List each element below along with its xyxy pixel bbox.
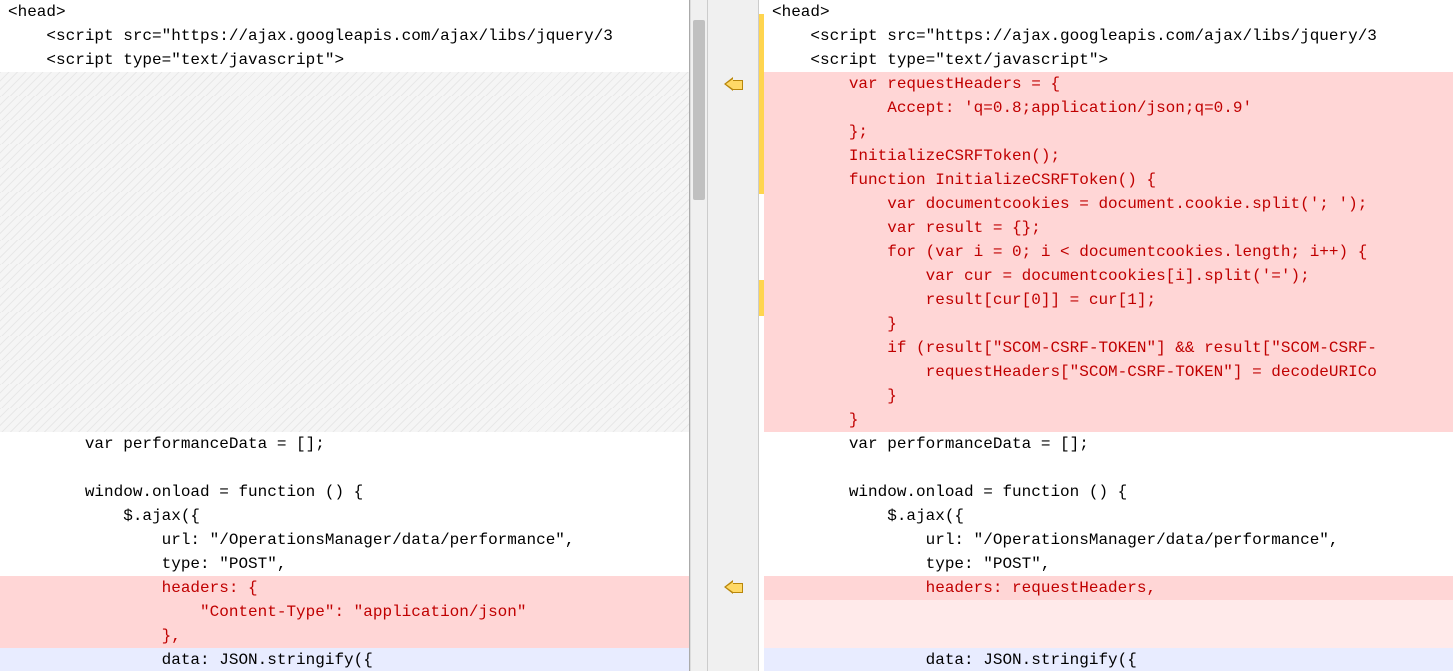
right-code-line[interactable]: requestHeaders["SCOM-CSRF-TOKEN"] = deco…: [764, 360, 1453, 384]
scrollbar-thumb[interactable]: [693, 20, 705, 200]
gutter-row: [708, 168, 758, 192]
left-scrollbar[interactable]: [690, 0, 707, 671]
right-code-line[interactable]: }: [764, 384, 1453, 408]
left-code-line[interactable]: [0, 408, 689, 432]
gutter-row: [708, 479, 758, 503]
right-code-line[interactable]: Accept: 'q=0.8;application/json;q=0.9': [764, 96, 1453, 120]
gutter-row: [708, 551, 758, 575]
left-pane: <head> <script src="https://ajax.googlea…: [0, 0, 690, 671]
diff-viewer: <head> <script src="https://ajax.googlea…: [0, 0, 1453, 671]
gutter-row: [708, 216, 758, 240]
gutter-row: [708, 407, 758, 431]
left-code-line[interactable]: [0, 456, 689, 480]
gutter-row: [708, 336, 758, 360]
left-code-line[interactable]: window.onload = function () {: [0, 480, 689, 504]
gutter-row: [708, 527, 758, 551]
gutter-row: [708, 384, 758, 408]
left-code-line[interactable]: [0, 120, 689, 144]
gutter-row: [708, 240, 758, 264]
gutter-row: [708, 503, 758, 527]
left-code-line[interactable]: },: [0, 624, 689, 648]
left-code-view[interactable]: <head> <script src="https://ajax.googlea…: [0, 0, 689, 671]
gutter-row: [708, 24, 758, 48]
right-code-line[interactable]: $.ajax({: [764, 504, 1453, 528]
right-code-line[interactable]: <script src="https://ajax.googleapis.com…: [764, 24, 1453, 48]
gutter-row: [708, 120, 758, 144]
right-code-line[interactable]: if (result["SCOM-CSRF-TOKEN"] && result[…: [764, 336, 1453, 360]
left-code-line[interactable]: [0, 264, 689, 288]
left-code-line[interactable]: var performanceData = [];: [0, 432, 689, 456]
gutter-row: [708, 0, 758, 24]
right-code-line[interactable]: headers: requestHeaders,: [764, 576, 1453, 600]
right-code-view[interactable]: <head> <script src="https://ajax.googlea…: [764, 0, 1453, 671]
left-code-line[interactable]: [0, 360, 689, 384]
merge-left-arrow-icon[interactable]: [724, 580, 742, 594]
gutter-row: [708, 312, 758, 336]
right-code-line[interactable]: InitializeCSRFToken();: [764, 144, 1453, 168]
left-code-line[interactable]: $.ajax({: [0, 504, 689, 528]
left-code-line[interactable]: [0, 96, 689, 120]
right-code-line[interactable]: url: "/OperationsManager/data/performanc…: [764, 528, 1453, 552]
right-code-line[interactable]: <script type="text/javascript">: [764, 48, 1453, 72]
gutter-row: [708, 288, 758, 312]
right-code-line[interactable]: [764, 624, 1453, 648]
gutter-row: [708, 72, 758, 96]
gutter-row: [708, 575, 758, 599]
gutter-row: [708, 48, 758, 72]
gutter-row: [708, 192, 758, 216]
left-code-line[interactable]: <script type="text/javascript">: [0, 48, 689, 72]
left-code-line[interactable]: [0, 168, 689, 192]
right-code-line[interactable]: result[cur[0]] = cur[1];: [764, 288, 1453, 312]
right-code-line[interactable]: var cur = documentcookies[i].split('=');: [764, 264, 1453, 288]
left-code-line[interactable]: [0, 312, 689, 336]
right-code-line[interactable]: [764, 600, 1453, 624]
right-code-line[interactable]: window.onload = function () {: [764, 480, 1453, 504]
gutter-row: [708, 647, 758, 671]
left-code-line[interactable]: url: "/OperationsManager/data/performanc…: [0, 528, 689, 552]
left-code-line[interactable]: [0, 192, 689, 216]
left-code-line[interactable]: data: JSON.stringify({: [0, 648, 689, 671]
right-code-line[interactable]: }: [764, 312, 1453, 336]
left-code-line[interactable]: [0, 144, 689, 168]
left-code-line[interactable]: headers: {: [0, 576, 689, 600]
gutter-row: [708, 264, 758, 288]
left-code-line[interactable]: [0, 288, 689, 312]
right-code-line[interactable]: for (var i = 0; i < documentcookies.leng…: [764, 240, 1453, 264]
right-code-line[interactable]: [764, 456, 1453, 480]
left-code-line[interactable]: [0, 336, 689, 360]
merge-left-arrow-icon[interactable]: [724, 77, 742, 91]
right-pane: <head> <script src="https://ajax.googlea…: [764, 0, 1453, 671]
gutter-row: [708, 96, 758, 120]
left-code-line[interactable]: [0, 384, 689, 408]
right-code-line[interactable]: var requestHeaders = {: [764, 72, 1453, 96]
merge-gutter: [707, 0, 759, 671]
right-code-line[interactable]: function InitializeCSRFToken() {: [764, 168, 1453, 192]
gutter-row: [708, 144, 758, 168]
gutter-row: [708, 455, 758, 479]
right-code-line[interactable]: <head>: [764, 0, 1453, 24]
left-code-line[interactable]: type: "POST",: [0, 552, 689, 576]
gutter-row: [708, 623, 758, 647]
left-code-line[interactable]: [0, 216, 689, 240]
right-code-line[interactable]: };: [764, 120, 1453, 144]
gutter-row: [708, 360, 758, 384]
gutter-row: [708, 431, 758, 455]
right-code-line[interactable]: var result = {};: [764, 216, 1453, 240]
left-code-line[interactable]: [0, 240, 689, 264]
right-code-line[interactable]: type: "POST",: [764, 552, 1453, 576]
left-code-line[interactable]: <script src="https://ajax.googleapis.com…: [0, 24, 689, 48]
right-code-line[interactable]: var documentcookies = document.cookie.sp…: [764, 192, 1453, 216]
left-code-line[interactable]: <head>: [0, 0, 689, 24]
right-code-line[interactable]: }: [764, 408, 1453, 432]
right-code-line[interactable]: var performanceData = [];: [764, 432, 1453, 456]
left-code-line[interactable]: [0, 72, 689, 96]
right-code-line[interactable]: data: JSON.stringify({: [764, 648, 1453, 671]
left-code-line[interactable]: "Content-Type": "application/json": [0, 600, 689, 624]
gutter-row: [708, 599, 758, 623]
